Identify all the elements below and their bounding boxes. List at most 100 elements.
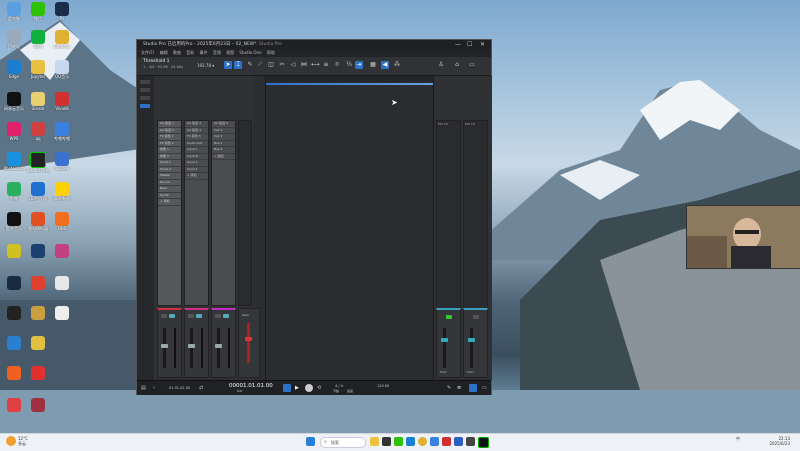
desktop-icon-chrome[interactable]: Chrome	[48, 30, 76, 54]
menu-track[interactable]: 音轨	[186, 49, 194, 57]
channel-row[interactable]: + 添加	[185, 173, 208, 180]
tempo-readout[interactable]: 192.78 ▾	[197, 63, 214, 68]
play-button[interactable]: ▶	[295, 384, 299, 392]
edit-icon[interactable]: ✎	[447, 384, 451, 392]
desktop-icon-todesk[interactable]: ToDesk	[48, 152, 76, 176]
window-titlebar[interactable]: Studio Pro 已启用的Pro - 2025年6月23日 – 02_NEW…	[137, 40, 491, 49]
sidebar-button-4[interactable]	[140, 104, 150, 108]
taskbar-app-1[interactable]	[370, 437, 379, 446]
right-strip-2[interactable]: Main	[463, 308, 488, 378]
fader-cap[interactable]	[215, 344, 222, 348]
desktop-icon-obs[interactable]: OBS	[48, 212, 76, 236]
browse-icon[interactable]	[469, 384, 477, 392]
volume-fader[interactable]	[217, 328, 220, 368]
taskbar-app-6[interactable]	[430, 437, 439, 446]
menu-audio[interactable]: 音频	[213, 49, 221, 57]
weather-icon[interactable]	[6, 436, 16, 446]
timeline-ruler[interactable]	[266, 76, 434, 82]
desktop-icon-youdao[interactable]: 网易有道	[48, 182, 76, 206]
sidebar-button-3[interactable]	[140, 96, 150, 100]
solo-button[interactable]	[223, 314, 229, 318]
transport-left-icon[interactable]: ‹	[153, 384, 155, 392]
arrange-area[interactable]: ➤	[265, 76, 436, 380]
menu-file[interactable]: 文件(F)	[141, 49, 154, 57]
pencil-tool-icon[interactable]: ✎	[246, 61, 254, 69]
grid-tool-icon[interactable]: ⇥	[355, 61, 363, 69]
volume-fader[interactable]	[443, 328, 446, 368]
stop-button[interactable]	[283, 384, 291, 392]
menu-edit[interactable]: 编辑	[160, 49, 168, 57]
desktop-icon-bilibili[interactable]: 哔哩哔哩	[48, 122, 76, 146]
channel-row[interactable]: + 添加	[212, 154, 235, 160]
fader-cap[interactable]	[441, 338, 448, 342]
loop-toggle-icon[interactable]: ⇄	[199, 384, 203, 392]
listen-tool-icon[interactable]: ≡	[322, 61, 330, 69]
desktop-icon-misc-11[interactable]	[24, 336, 52, 360]
desktop-icon-ps[interactable]: Ps	[48, 2, 76, 26]
solo-button[interactable]	[196, 314, 202, 318]
taskbar-chrome-icon[interactable]	[418, 437, 427, 446]
home-icon[interactable]: ⌂	[453, 61, 461, 69]
taskbar-app-9[interactable]	[466, 437, 475, 446]
mixer-strip-3[interactable]	[211, 308, 236, 378]
user-icon[interactable]: ♙	[437, 61, 445, 69]
menu-help[interactable]: 帮助	[267, 49, 275, 57]
master-fader-cap[interactable]	[245, 337, 252, 341]
desktop-icon-qqmusic[interactable]: QQ音乐	[48, 60, 76, 84]
right-strip-1[interactable]: Main	[436, 308, 461, 378]
sidebar-button-2[interactable]	[140, 88, 150, 92]
desktop-icon-misc-6[interactable]	[48, 276, 76, 300]
zoom-tool-icon[interactable]: ⟷	[311, 61, 320, 69]
volume-fader[interactable]	[190, 328, 193, 368]
power-button[interactable]	[446, 315, 452, 319]
minimize-button[interactable]: —	[455, 40, 461, 49]
search-box[interactable]: ⌕ 搜索	[320, 437, 366, 448]
channel-column-3[interactable]: AA 轨道 5 Inst 1 Inst 2 Bus 1 Bus 2 + 添加	[211, 120, 236, 306]
mute-button[interactable]	[215, 314, 221, 318]
master-fader[interactable]	[247, 323, 250, 363]
start-icon[interactable]	[306, 437, 315, 446]
mixer-strip-master[interactable]: Gain	[238, 308, 260, 378]
meter-display[interactable]: 4 / 4	[335, 384, 343, 388]
taskbar-studio-icon[interactable]	[478, 437, 489, 448]
loop-button[interactable]: ⟲	[317, 384, 321, 392]
split-tool-icon[interactable]: ✂	[278, 61, 286, 69]
volume-fader[interactable]	[163, 328, 166, 368]
panel-icon[interactable]: ▭	[468, 61, 476, 69]
channel-column-1[interactable]: AA 轨道 1 AA 轨道 2 FX 音色 1 FX 音色 2 效果 1 效果 …	[157, 120, 182, 306]
mute-button[interactable]	[188, 314, 194, 318]
transport-menu-icon[interactable]: ▤	[141, 384, 146, 392]
lang-indicator[interactable]: 中	[736, 436, 740, 441]
desktop-icon-misc-15[interactable]	[24, 398, 52, 422]
power-button[interactable]	[473, 315, 479, 319]
fader-cap[interactable]	[161, 344, 168, 348]
mix-icon[interactable]: ≡	[457, 384, 461, 392]
menu-view[interactable]: 视图	[226, 49, 234, 57]
arrow-tool-icon[interactable]: ➤	[224, 61, 232, 69]
solo-button[interactable]	[169, 314, 175, 318]
desktop-icon-vivaldi[interactable]: Vivaldi	[48, 92, 76, 116]
timecode-display[interactable]: 00001.01.01.00	[229, 383, 273, 389]
close-button[interactable]: ✕	[480, 40, 485, 49]
desktop-icon-misc-13[interactable]	[24, 366, 52, 390]
range-tool-icon[interactable]: ⌶	[234, 61, 242, 69]
mute-tool-icon[interactable]: ◁	[289, 61, 297, 69]
maximize-button[interactable]: ☐	[467, 40, 472, 49]
snap-tool-icon[interactable]: ⌾	[333, 61, 341, 69]
loop-icon[interactable]: ▦	[369, 61, 377, 69]
channel-column-2[interactable]: AA 轨道 3 AA 轨道 4 FX 音色 3 Audio Out Input …	[184, 120, 209, 306]
brush-tool-icon[interactable]: ⟋	[256, 61, 264, 69]
sidebar-button-1[interactable]	[140, 80, 150, 84]
taskbar-app-8[interactable]	[454, 437, 463, 446]
bend-tool-icon[interactable]: ⋈	[300, 61, 308, 69]
desktop-icon-misc-3[interactable]	[48, 244, 76, 268]
menu-studio-one[interactable]: Studio One	[239, 49, 261, 57]
tempo-display[interactable]: 120.00	[377, 384, 389, 388]
mute-button[interactable]	[161, 314, 167, 318]
sync-icon[interactable]: ⁂	[393, 61, 401, 69]
taskbar-edge-icon[interactable]	[406, 437, 415, 446]
mixer-strip-1[interactable]	[157, 308, 182, 378]
eraser-tool-icon[interactable]: ◫	[267, 61, 275, 69]
fader-cap[interactable]	[468, 338, 475, 342]
channel-row[interactable]: + 添加	[158, 199, 181, 206]
